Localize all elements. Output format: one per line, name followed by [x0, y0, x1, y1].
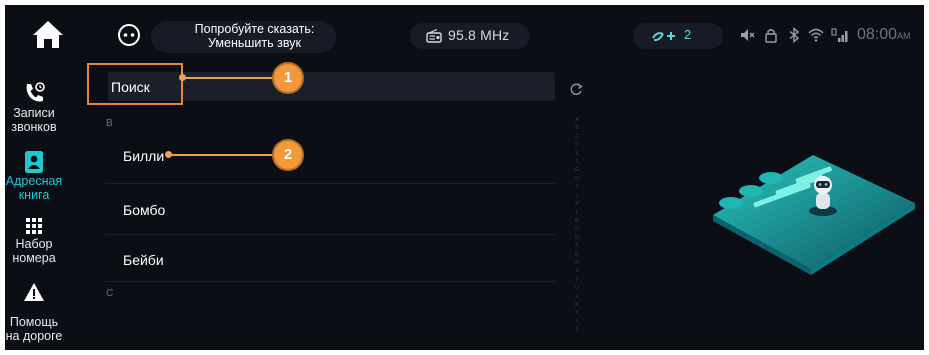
- radio-frequency: 95.8 MHz: [448, 27, 510, 43]
- search-label[interactable]: Поиск: [111, 79, 150, 95]
- sidebar-label-line1: Адресная: [5, 174, 63, 188]
- alphabet-index-letter[interactable]: W: [572, 301, 582, 309]
- row-divider: [105, 281, 555, 282]
- alphabet-index-letter[interactable]: S: [572, 267, 582, 275]
- bluetooth-icon: [789, 27, 800, 43]
- voice-hint-text: Попробуйте сказать: Уменьшить звук: [177, 22, 332, 50]
- alphabet-index-letter[interactable]: I: [572, 183, 582, 191]
- status-bar: Попробуйте сказать: Уменьшить звук 95.8 …: [5, 5, 924, 63]
- sidebar-item-dialpad[interactable]: Набор номера: [5, 215, 63, 265]
- address-book-icon: [25, 151, 43, 173]
- alphabet-index-letter[interactable]: F: [572, 158, 582, 166]
- alphabet-index-letter[interactable]: U: [572, 284, 582, 292]
- call-log-icon: [26, 82, 45, 102]
- alphabet-index-letter[interactable]: Z: [572, 326, 582, 334]
- sidebar-item-call-log[interactable]: Записи звонков: [5, 80, 63, 134]
- voice-assistant-icon[interactable]: [117, 23, 141, 47]
- alphabet-index-letter[interactable]: G: [572, 166, 582, 174]
- section-header-c: C: [106, 288, 114, 299]
- alphabet-index-letter[interactable]: D: [572, 141, 582, 149]
- phone-screen: Попробуйте сказать: Уменьшить звук 95.8 …: [5, 5, 924, 350]
- alphabet-index-letter[interactable]: V: [572, 293, 582, 301]
- sidebar-label-line1: Набор: [15, 237, 53, 251]
- clock-ampm: AM: [897, 31, 911, 41]
- alphabet-index-letter[interactable]: X: [572, 309, 582, 317]
- sidebar-label-line2: звонков: [11, 120, 57, 134]
- row-divider: [105, 234, 555, 235]
- alphabet-index-letter[interactable]: P: [572, 242, 582, 250]
- sidebar-label-line2: книга: [18, 188, 50, 202]
- contact-item[interactable]: Бейби: [123, 252, 164, 268]
- home-icon[interactable]: [31, 19, 65, 49]
- alphabet-index-letter[interactable]: Q: [572, 251, 582, 259]
- alphabet-index-letter[interactable]: A: [572, 116, 582, 124]
- clock: 08:00AM: [857, 26, 911, 44]
- callout-badge-1: 1: [274, 64, 302, 92]
- alphabet-index-letter[interactable]: H: [572, 175, 582, 183]
- contact-item[interactable]: Бомбо: [123, 202, 165, 218]
- alphabet-index-letter[interactable]: R: [572, 259, 582, 267]
- alphabet-index-letter[interactable]: K: [572, 200, 582, 208]
- section-header-b: B: [106, 118, 113, 129]
- alphabet-index-letter[interactable]: E: [572, 150, 582, 158]
- sidebar-item-address-book[interactable]: Адресная книга: [5, 150, 63, 202]
- wifi-icon: [808, 28, 824, 42]
- alphabet-index-letter[interactable]: C: [572, 133, 582, 141]
- radio-icon: [426, 29, 442, 43]
- volume-mute-icon: [741, 29, 755, 41]
- sidebar-item-roadside-assistance[interactable]: Помощь на дороге: [5, 281, 63, 343]
- voice-hint-line2: Уменьшить звук: [208, 36, 301, 50]
- sidebar-label-line1: Помощь: [9, 315, 59, 329]
- contact-item[interactable]: Билли: [123, 148, 164, 164]
- clock-time: 08:00: [857, 26, 898, 43]
- refresh-icon[interactable]: [569, 82, 583, 96]
- alphabet-index-letter[interactable]: N: [572, 225, 582, 233]
- alphabet-index-letter[interactable]: B: [572, 124, 582, 132]
- sync-status-pill[interactable]: [633, 23, 723, 49]
- alphabet-index-letter[interactable]: O: [572, 234, 582, 242]
- address-book-illustration: [713, 155, 915, 275]
- callout-badge-2: 2: [274, 141, 302, 169]
- sync-icon: [652, 32, 675, 42]
- sidebar-label-line1: Записи: [13, 106, 55, 120]
- lock-icon: [765, 29, 777, 43]
- alphabet-index[interactable]: ABCDEFGHIJKLMNOPQRSTUVWXYZ: [572, 116, 582, 335]
- alphabet-index-letter[interactable]: T: [572, 276, 582, 284]
- sidebar-label-line2: на дороге: [5, 329, 63, 343]
- callout-1-leader: [183, 77, 275, 79]
- dialpad-icon: [26, 218, 42, 234]
- roadside-warning-icon: [24, 283, 44, 301]
- signal-4g-icon: [831, 28, 848, 42]
- alphabet-index-letter[interactable]: L: [572, 208, 582, 216]
- sync-count: 2: [684, 27, 692, 42]
- callout-2-leader: [169, 154, 275, 156]
- sidebar-label-line2: номера: [12, 251, 56, 265]
- voice-hint-line1: Попробуйте сказать:: [194, 22, 315, 36]
- alphabet-index-letter[interactable]: M: [572, 217, 582, 225]
- row-divider: [105, 183, 555, 184]
- alphabet-index-letter[interactable]: J: [572, 192, 582, 200]
- alphabet-index-letter[interactable]: Y: [572, 318, 582, 326]
